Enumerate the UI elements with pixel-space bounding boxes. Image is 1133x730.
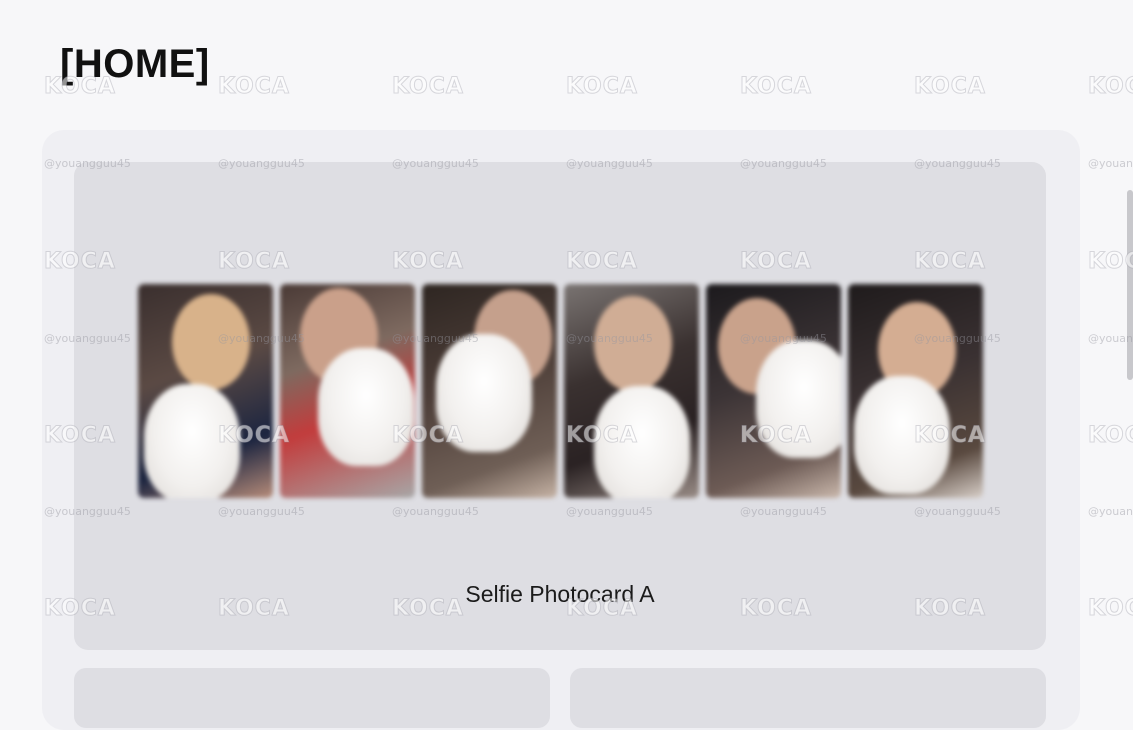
photocard-image-5[interactable] — [706, 284, 841, 498]
page-title: [HOME] — [60, 42, 210, 86]
photocard-caption: Selfie Photocard A — [465, 581, 655, 607]
scrollbar[interactable] — [1127, 190, 1133, 380]
watermark-logo: KOCA — [1088, 74, 1133, 100]
photocard-image-2[interactable] — [280, 284, 415, 498]
photocard-image-6[interactable] — [848, 284, 983, 498]
watermark-logo: KOCA — [740, 74, 812, 100]
photocard-image-1[interactable] — [138, 284, 273, 498]
watermark-logo: KOCA — [218, 74, 290, 100]
watermark-handle: @youangguu45 — [1088, 505, 1133, 518]
watermark-logo: KOCA — [1088, 423, 1133, 449]
watermark-logo: KOCA — [392, 74, 464, 100]
watermark-logo: KOCA — [1088, 596, 1133, 622]
next-card-right — [570, 668, 1046, 728]
watermark-logo: KOCA — [566, 74, 638, 100]
next-card-left — [74, 668, 550, 728]
photocard-row — [138, 284, 983, 498]
watermark-logo: KOCA — [914, 74, 986, 100]
photocard-image-4[interactable] — [564, 284, 699, 498]
watermark-handle: @youangguu45 — [1088, 157, 1133, 170]
photocard-image-3[interactable] — [422, 284, 557, 498]
